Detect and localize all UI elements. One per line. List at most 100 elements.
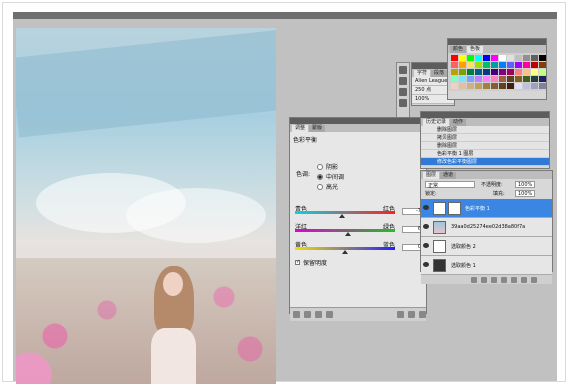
tab-swatches[interactable]: 色板	[467, 46, 484, 53]
add-mask-icon[interactable]	[491, 276, 497, 283]
color-swatch[interactable]	[475, 83, 482, 89]
return-icon[interactable]	[293, 311, 300, 318]
layer-row[interactable]: 选取颜色 1	[421, 256, 552, 275]
tab-character[interactable]: 字符	[414, 70, 431, 77]
tab-adjustments[interactable]: 调整	[292, 125, 309, 132]
color-swatch[interactable]	[451, 76, 458, 82]
radio-shadows[interactable]: 阴影	[317, 162, 338, 171]
color-swatch[interactable]	[475, 76, 482, 82]
color-swatch[interactable]	[475, 69, 482, 75]
magenta-green-slider[interactable]: 洋红 绿色	[295, 222, 395, 236]
layer-thumbnail[interactable]	[433, 259, 446, 272]
color-swatch[interactable]	[531, 69, 538, 75]
slider-knob[interactable]	[342, 250, 348, 254]
color-swatch[interactable]	[515, 76, 522, 82]
clone-panel-icon[interactable]	[399, 99, 407, 107]
fill-field[interactable]: 100%	[515, 190, 535, 197]
history-item-selected[interactable]: 修改色彩平衡图层	[421, 158, 549, 166]
color-swatch[interactable]	[459, 76, 466, 82]
layer-row-selected[interactable]: 色彩平衡 1	[421, 199, 552, 218]
tab-color[interactable]: 颜色	[450, 46, 467, 53]
layer-row[interactable]: 39aa0d25274ee02d38a80f7a	[421, 218, 552, 237]
color-swatch[interactable]	[539, 55, 546, 61]
layer-thumbnail[interactable]	[433, 221, 446, 234]
history-item[interactable]: 色彩平衡 1 图层	[421, 150, 549, 158]
tab-paragraph[interactable]: 段落	[431, 70, 448, 77]
previous-state-icon[interactable]	[397, 311, 404, 318]
color-swatch[interactable]	[491, 83, 498, 89]
adjustment-layer-icon[interactable]	[501, 276, 507, 283]
color-swatch[interactable]	[451, 55, 458, 61]
color-swatch[interactable]	[499, 69, 506, 75]
visibility-icon[interactable]	[326, 311, 333, 318]
eye-icon[interactable]	[423, 243, 429, 248]
color-swatch[interactable]	[467, 69, 474, 75]
color-swatch[interactable]	[523, 83, 530, 89]
color-swatch[interactable]	[491, 62, 498, 68]
color-swatch[interactable]	[483, 76, 490, 82]
eye-icon[interactable]	[423, 262, 429, 267]
color-swatch[interactable]	[539, 69, 546, 75]
trash-icon[interactable]	[531, 276, 537, 283]
eye-icon[interactable]	[423, 205, 429, 210]
document-image[interactable]	[16, 28, 276, 384]
color-swatch[interactable]	[483, 62, 490, 68]
color-swatch[interactable]	[523, 69, 530, 75]
radio-midtones[interactable]: 中间调	[317, 172, 344, 181]
color-swatch[interactable]	[499, 76, 506, 82]
color-swatch[interactable]	[459, 62, 466, 68]
reset-icon[interactable]	[408, 311, 415, 318]
color-swatch[interactable]	[531, 76, 538, 82]
color-swatch[interactable]	[531, 83, 538, 89]
preserve-luminosity-checkbox[interactable]: ✓ 保留明度	[295, 258, 327, 267]
color-swatch[interactable]	[467, 62, 474, 68]
color-swatch[interactable]	[491, 69, 498, 75]
color-swatch[interactable]	[459, 69, 466, 75]
tab-layers[interactable]: 图层	[423, 172, 440, 179]
color-swatch[interactable]	[515, 83, 522, 89]
color-swatch[interactable]	[523, 55, 530, 61]
brush-panel-icon[interactable]	[399, 88, 407, 96]
layer-mask-thumbnail[interactable]	[448, 202, 461, 215]
color-swatch[interactable]	[467, 83, 474, 89]
cyan-red-slider[interactable]: 青色 红色	[295, 204, 395, 218]
history-item[interactable]: 删除图层	[421, 142, 549, 150]
blend-mode-select[interactable]: 正常	[425, 181, 475, 189]
color-swatch[interactable]	[523, 62, 530, 68]
tab-channels[interactable]: 通道	[440, 172, 457, 179]
color-swatch[interactable]	[499, 83, 506, 89]
color-swatch[interactable]	[507, 69, 514, 75]
history-item[interactable]: 删除图层	[421, 126, 549, 134]
clip-layer-icon[interactable]	[315, 311, 322, 318]
link-layers-icon[interactable]	[471, 276, 477, 283]
color-swatch[interactable]	[475, 62, 482, 68]
trash-icon[interactable]	[419, 311, 426, 318]
color-swatch[interactable]	[515, 55, 522, 61]
color-swatch[interactable]	[475, 55, 482, 61]
color-swatch[interactable]	[451, 62, 458, 68]
color-swatch[interactable]	[451, 69, 458, 75]
color-swatch[interactable]	[531, 62, 538, 68]
eye-icon[interactable]	[423, 224, 429, 229]
opacity-field[interactable]: 100%	[515, 181, 535, 188]
yellow-blue-slider[interactable]: 黄色 蓝色	[295, 240, 395, 254]
tab-masks[interactable]: 蒙版	[309, 125, 326, 132]
new-group-icon[interactable]	[511, 276, 517, 283]
color-swatch[interactable]	[507, 76, 514, 82]
color-swatch[interactable]	[491, 55, 498, 61]
radio-highlights[interactable]: 高光	[317, 182, 338, 191]
layer-thumbnail[interactable]	[433, 202, 446, 215]
new-layer-icon[interactable]	[521, 276, 527, 283]
color-swatch[interactable]	[507, 55, 514, 61]
layer-thumbnail[interactable]	[433, 240, 446, 253]
color-swatch[interactable]	[451, 83, 458, 89]
tab-actions[interactable]: 动作	[450, 119, 467, 126]
character-panel-icon[interactable]	[399, 66, 407, 74]
color-swatch[interactable]	[539, 76, 546, 82]
color-swatch[interactable]	[459, 55, 466, 61]
color-swatch[interactable]	[499, 55, 506, 61]
tab-history[interactable]: 历史记录	[423, 119, 450, 126]
color-swatch[interactable]	[515, 62, 522, 68]
color-swatch[interactable]	[483, 83, 490, 89]
slider-knob[interactable]	[345, 232, 351, 236]
